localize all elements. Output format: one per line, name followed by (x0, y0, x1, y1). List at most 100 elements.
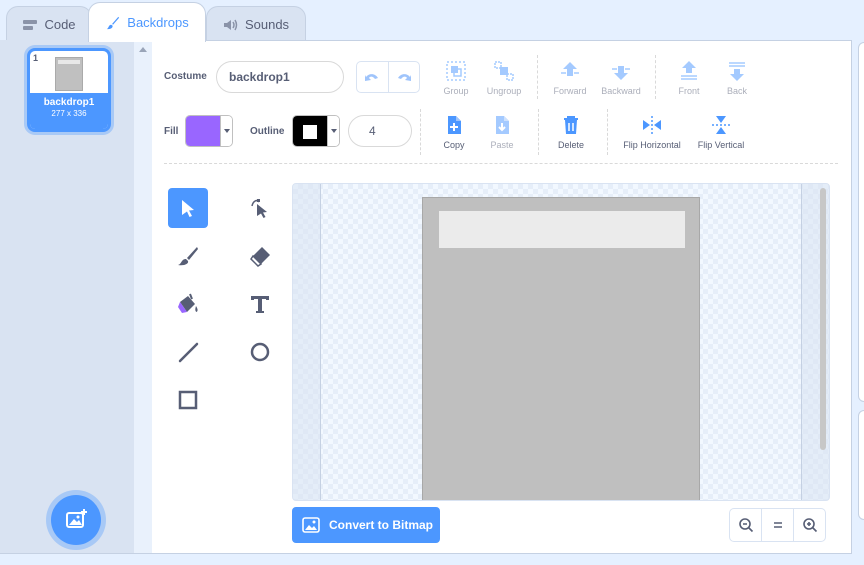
rectangle-icon (178, 390, 198, 410)
paste-label: Paste (490, 140, 514, 150)
code-blocks-icon (23, 19, 38, 30)
fill-label: Fill (164, 126, 179, 137)
outline-width-input[interactable]: 4 (348, 115, 412, 147)
flip-horizontal-button[interactable]: Flip Horizontal (622, 113, 682, 150)
front-icon (681, 61, 697, 80)
paste-icon (496, 116, 509, 134)
backward-label: Backward (601, 86, 641, 96)
line-icon (178, 342, 199, 363)
zoom-controls (729, 508, 826, 542)
flip-horizontal-icon (643, 116, 661, 134)
fill-color-swatch (186, 116, 220, 146)
toolbar-divider (607, 109, 608, 155)
backdrop-preview (55, 57, 83, 91)
undo-redo-group (356, 61, 420, 93)
zoom-out-button[interactable] (730, 509, 761, 541)
backward-button[interactable]: Backward (591, 59, 651, 96)
toolbar-divider (538, 109, 539, 155)
toolbar-divider (655, 55, 656, 99)
tab-backdrops-label: Backdrops (127, 15, 189, 30)
ungroup-icon (494, 61, 514, 81)
selector-scrollbar[interactable] (134, 40, 152, 553)
fill-color-picker[interactable] (185, 115, 233, 147)
equals-icon (773, 522, 782, 528)
scroll-up-arrow-icon (139, 47, 147, 52)
add-backdrop-icon (66, 509, 87, 528)
flip-horizontal-label: Flip Horizontal (623, 140, 681, 150)
brush-tool[interactable] (168, 236, 208, 276)
tab-sounds[interactable]: Sounds (206, 6, 306, 42)
convert-label: Convert to Bitmap (329, 518, 434, 532)
eraser-icon (250, 247, 270, 267)
toolbar-divider (537, 55, 538, 99)
backdrop-name: backdrop1 (43, 97, 95, 108)
costume-label: Costume (164, 71, 207, 82)
undo-icon (365, 74, 379, 81)
tab-code[interactable]: Code (6, 6, 92, 42)
flip-vertical-icon (712, 116, 730, 134)
backward-icon (612, 66, 630, 80)
forward-icon (561, 62, 579, 76)
backdrop-shape[interactable] (422, 197, 700, 500)
toolbar-separator (164, 163, 838, 164)
zoom-in-icon (802, 518, 817, 533)
convert-to-bitmap-button[interactable]: Convert to Bitmap (292, 507, 440, 543)
paste-button[interactable]: Paste (472, 113, 532, 150)
tab-backdrops[interactable]: Backdrops (88, 2, 206, 42)
undo-button[interactable] (357, 62, 388, 92)
paint-bucket-icon (178, 293, 198, 313)
group-icon (446, 61, 466, 81)
eraser-tool[interactable] (240, 236, 280, 276)
back-button[interactable]: Back (707, 59, 767, 96)
paint-canvas[interactable] (292, 183, 830, 501)
canvas-margin-left (293, 184, 321, 500)
flip-vertical-label: Flip Vertical (697, 140, 745, 150)
backdrop-number: 1 (33, 53, 39, 63)
tab-code-label: Code (44, 17, 76, 32)
backdrop-size: 277 x 336 (51, 109, 87, 118)
paint-editor: Costume backdrop1 Group Ungroup Forward … (152, 40, 852, 554)
line-tool[interactable] (168, 332, 208, 372)
brush-icon (178, 247, 198, 266)
outline-dropdown-arrow-icon (327, 116, 339, 146)
reshape-pointer-icon (251, 199, 267, 218)
costume-name-input[interactable]: backdrop1 (216, 61, 344, 93)
fill-dropdown-arrow-icon (220, 116, 232, 146)
ungroup-button[interactable]: Ungroup (474, 59, 534, 96)
backdrop-thumbnail[interactable]: 1 backdrop1 277 x 336 (27, 48, 111, 132)
speaker-icon (223, 19, 238, 30)
backdrop-list: 1 backdrop1 277 x 336 (0, 40, 134, 553)
rectangle-tool[interactable] (168, 380, 208, 420)
delete-button[interactable]: Delete (541, 113, 601, 150)
ungroup-label: Ungroup (486, 86, 522, 96)
backdrop-selector: 1 backdrop1 277 x 336 (0, 40, 152, 554)
circle-tool[interactable] (240, 332, 280, 372)
toolbar-divider (420, 109, 421, 155)
sprite-panel-edge (858, 410, 864, 520)
add-backdrop-button[interactable] (51, 495, 101, 545)
redo-icon (397, 74, 411, 81)
outline-color-swatch (293, 116, 327, 146)
paintbrush-icon (107, 16, 120, 29)
editor-tabs: Code Backdrops Sounds (0, 0, 864, 42)
zoom-reset-button[interactable] (761, 509, 793, 541)
zoom-in-button[interactable] (793, 509, 825, 541)
back-icon (729, 62, 745, 81)
zoom-out-icon (738, 518, 753, 533)
stage-panel-edge (858, 42, 864, 402)
trash-icon (564, 116, 578, 134)
tab-sounds-label: Sounds (244, 17, 290, 32)
bitmap-image-icon (302, 517, 320, 533)
flip-vertical-button[interactable]: Flip Vertical (691, 113, 751, 150)
redo-button[interactable] (387, 62, 420, 92)
text-t-icon (251, 296, 269, 313)
fill-tool[interactable] (168, 284, 208, 324)
canvas-vertical-scrollbar[interactable] (820, 188, 826, 450)
back-label: Back (726, 86, 747, 96)
backdrop-top-bar[interactable] (439, 211, 685, 248)
reshape-tool[interactable] (240, 188, 280, 228)
select-tool[interactable] (168, 188, 208, 228)
circle-icon (250, 342, 270, 362)
outline-color-picker[interactable] (292, 115, 340, 147)
text-tool[interactable] (240, 284, 280, 324)
